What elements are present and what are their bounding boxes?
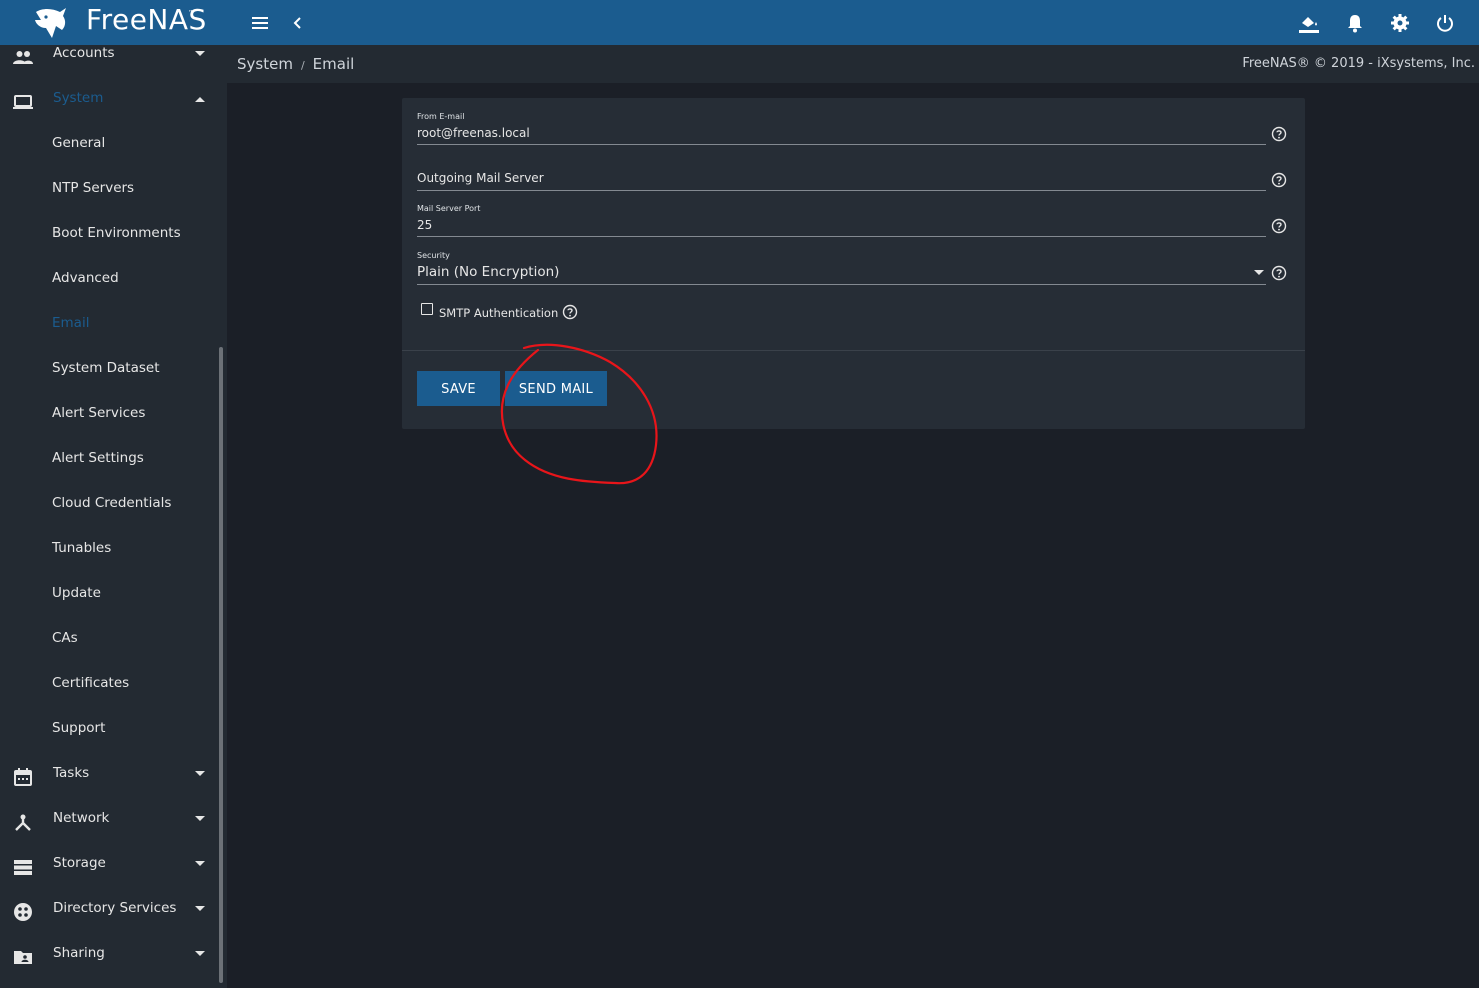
sidebar-item-storage[interactable]: Storage xyxy=(0,848,215,893)
sidebar-item-label: Network xyxy=(53,810,110,826)
sidebar-item-label: CAs xyxy=(52,630,78,646)
logo-text: FreeNAS xyxy=(86,3,207,36)
sidebar-item-boot-environments[interactable]: Boot Environments xyxy=(0,218,215,263)
sidebar-item-email[interactable]: Email xyxy=(0,308,215,353)
send-mail-button[interactable]: SEND MAIL xyxy=(505,371,607,406)
mail-server-underline xyxy=(417,190,1266,191)
storage-icon xyxy=(14,860,32,875)
sidebar-item-cas[interactable]: CAs xyxy=(0,623,215,668)
help-icon[interactable] xyxy=(1271,218,1287,234)
gear-icon[interactable] xyxy=(1388,11,1412,35)
save-button[interactable]: SAVE xyxy=(417,371,500,406)
sidebar-item-directory-services[interactable]: Directory Services xyxy=(0,893,215,938)
mail-server-port-field[interactable]: 25 xyxy=(417,218,432,232)
sidebar-item-label: NTP Servers xyxy=(52,180,135,196)
sidebar-item-label: Update xyxy=(52,585,101,601)
sidebar-item-system[interactable]: System xyxy=(0,83,215,128)
shark-logo-icon xyxy=(35,8,66,38)
card-divider xyxy=(402,350,1305,351)
sidebar-item-system-dataset[interactable]: System Dataset xyxy=(0,353,215,398)
sidebar-item-sharing[interactable]: Sharing xyxy=(0,938,215,983)
help-icon[interactable] xyxy=(1271,265,1287,281)
security-select[interactable]: Plain (No Encryption) xyxy=(417,264,559,280)
help-icon[interactable] xyxy=(1271,172,1287,188)
from-email-underline xyxy=(417,144,1266,145)
power-icon[interactable] xyxy=(1433,11,1457,35)
sidebar-item-label: Accounts xyxy=(53,45,115,61)
sidebar-item-alert-settings[interactable]: Alert Settings xyxy=(0,443,215,488)
hamburger-icon[interactable] xyxy=(248,11,272,35)
sidebar-item-tunables[interactable]: Tunables xyxy=(0,533,215,578)
copyright-text: FreeNAS® © 2019 - iXsystems, Inc. xyxy=(1242,56,1475,71)
sidebar-item-label: Tasks xyxy=(53,765,90,781)
caret-down-icon xyxy=(195,51,205,56)
caret-up-icon xyxy=(195,97,205,102)
sidebar-item-label: Alert Services xyxy=(52,405,146,421)
sidebar-item-label: Tunables xyxy=(52,540,112,556)
sidebar-item-ntp-servers[interactable]: NTP Servers xyxy=(0,173,215,218)
smtp-authentication-checkbox[interactable] xyxy=(421,303,433,315)
caret-down-icon xyxy=(195,906,205,911)
freenas-logo[interactable]: FreeNAS ™ xyxy=(0,0,227,45)
breadcrumb-current: Email xyxy=(312,55,355,73)
sidebar-item-update[interactable]: Update xyxy=(0,578,215,623)
sidebar-item-advanced[interactable]: Advanced xyxy=(0,263,215,308)
sidebar-scrollbar[interactable] xyxy=(219,347,223,983)
sidebar-item-label: System xyxy=(53,90,104,106)
sidebar-item-label: Advanced xyxy=(52,270,119,286)
top-bar: FreeNAS ™ xyxy=(0,0,1479,45)
breadcrumb-parent[interactable]: System xyxy=(237,55,293,73)
laptop-icon xyxy=(13,95,33,109)
sidebar-item-label: System Dataset xyxy=(52,360,160,376)
sidebar-item-general[interactable]: General xyxy=(0,128,215,173)
folder-share-icon xyxy=(14,951,32,964)
sidebar-item-label: General xyxy=(52,135,106,151)
security-label: Security xyxy=(417,251,450,260)
people-icon xyxy=(13,51,33,64)
chevron-left-icon[interactable] xyxy=(286,11,310,35)
breadcrumb-separator: / xyxy=(300,59,305,72)
sidebar-item-label: Alert Settings xyxy=(52,450,144,466)
sidebar-item-label: Storage xyxy=(53,855,106,871)
caret-down-icon xyxy=(195,951,205,956)
sidebar-item-label: Directory Services xyxy=(53,900,177,916)
help-icon[interactable] xyxy=(1271,126,1287,142)
sidebar: Accounts System General NTP Servers Boot… xyxy=(0,45,227,988)
dropdown-arrow-icon[interactable] xyxy=(1254,270,1264,276)
caret-down-icon xyxy=(195,771,205,776)
sidebar-item-tasks[interactable]: Tasks xyxy=(0,758,215,803)
directory-icon xyxy=(14,903,32,921)
sidebar-item-label: Cloud Credentials xyxy=(52,495,172,511)
sidebar-item-label: Boot Environments xyxy=(52,225,181,241)
sidebar-item-label: Email xyxy=(52,315,90,331)
sidebar-item-label: Certificates xyxy=(52,675,130,691)
email-settings-card: From E-mail root@freenas.local Outgoing … xyxy=(402,98,1305,429)
breadcrumb: System / Email FreeNAS® © 2019 - iXsystems… xyxy=(227,45,1479,83)
theme-paint-icon[interactable] xyxy=(1297,11,1321,35)
sidebar-item-support[interactable]: Support xyxy=(0,713,215,758)
calendar-icon xyxy=(14,768,32,786)
sidebar-item-alert-services[interactable]: Alert Services xyxy=(0,398,215,443)
sidebar-item-accounts[interactable]: Accounts xyxy=(0,45,215,83)
sidebar-item-cloud-credentials[interactable]: Cloud Credentials xyxy=(0,488,215,533)
network-icon xyxy=(15,814,31,831)
smtp-authentication-label: SMTP Authentication xyxy=(439,306,559,320)
help-icon[interactable] xyxy=(562,304,578,320)
from-email-field[interactable]: root@freenas.local xyxy=(417,126,530,140)
mail-server-port-label: Mail Server Port xyxy=(417,204,481,213)
sidebar-item-network[interactable]: Network xyxy=(0,803,215,848)
sidebar-item-certificates[interactable]: Certificates xyxy=(0,668,215,713)
port-underline xyxy=(417,236,1266,237)
outgoing-mail-server-field[interactable]: Outgoing Mail Server xyxy=(417,171,544,185)
logo-trademark: ™ xyxy=(188,9,195,17)
caret-down-icon xyxy=(195,861,205,866)
from-email-label: From E-mail xyxy=(417,112,465,121)
sidebar-item-label: Sharing xyxy=(53,945,105,961)
caret-down-icon xyxy=(195,816,205,821)
bell-icon[interactable] xyxy=(1343,11,1367,35)
security-underline xyxy=(417,284,1266,285)
sidebar-item-label: Support xyxy=(52,720,106,736)
